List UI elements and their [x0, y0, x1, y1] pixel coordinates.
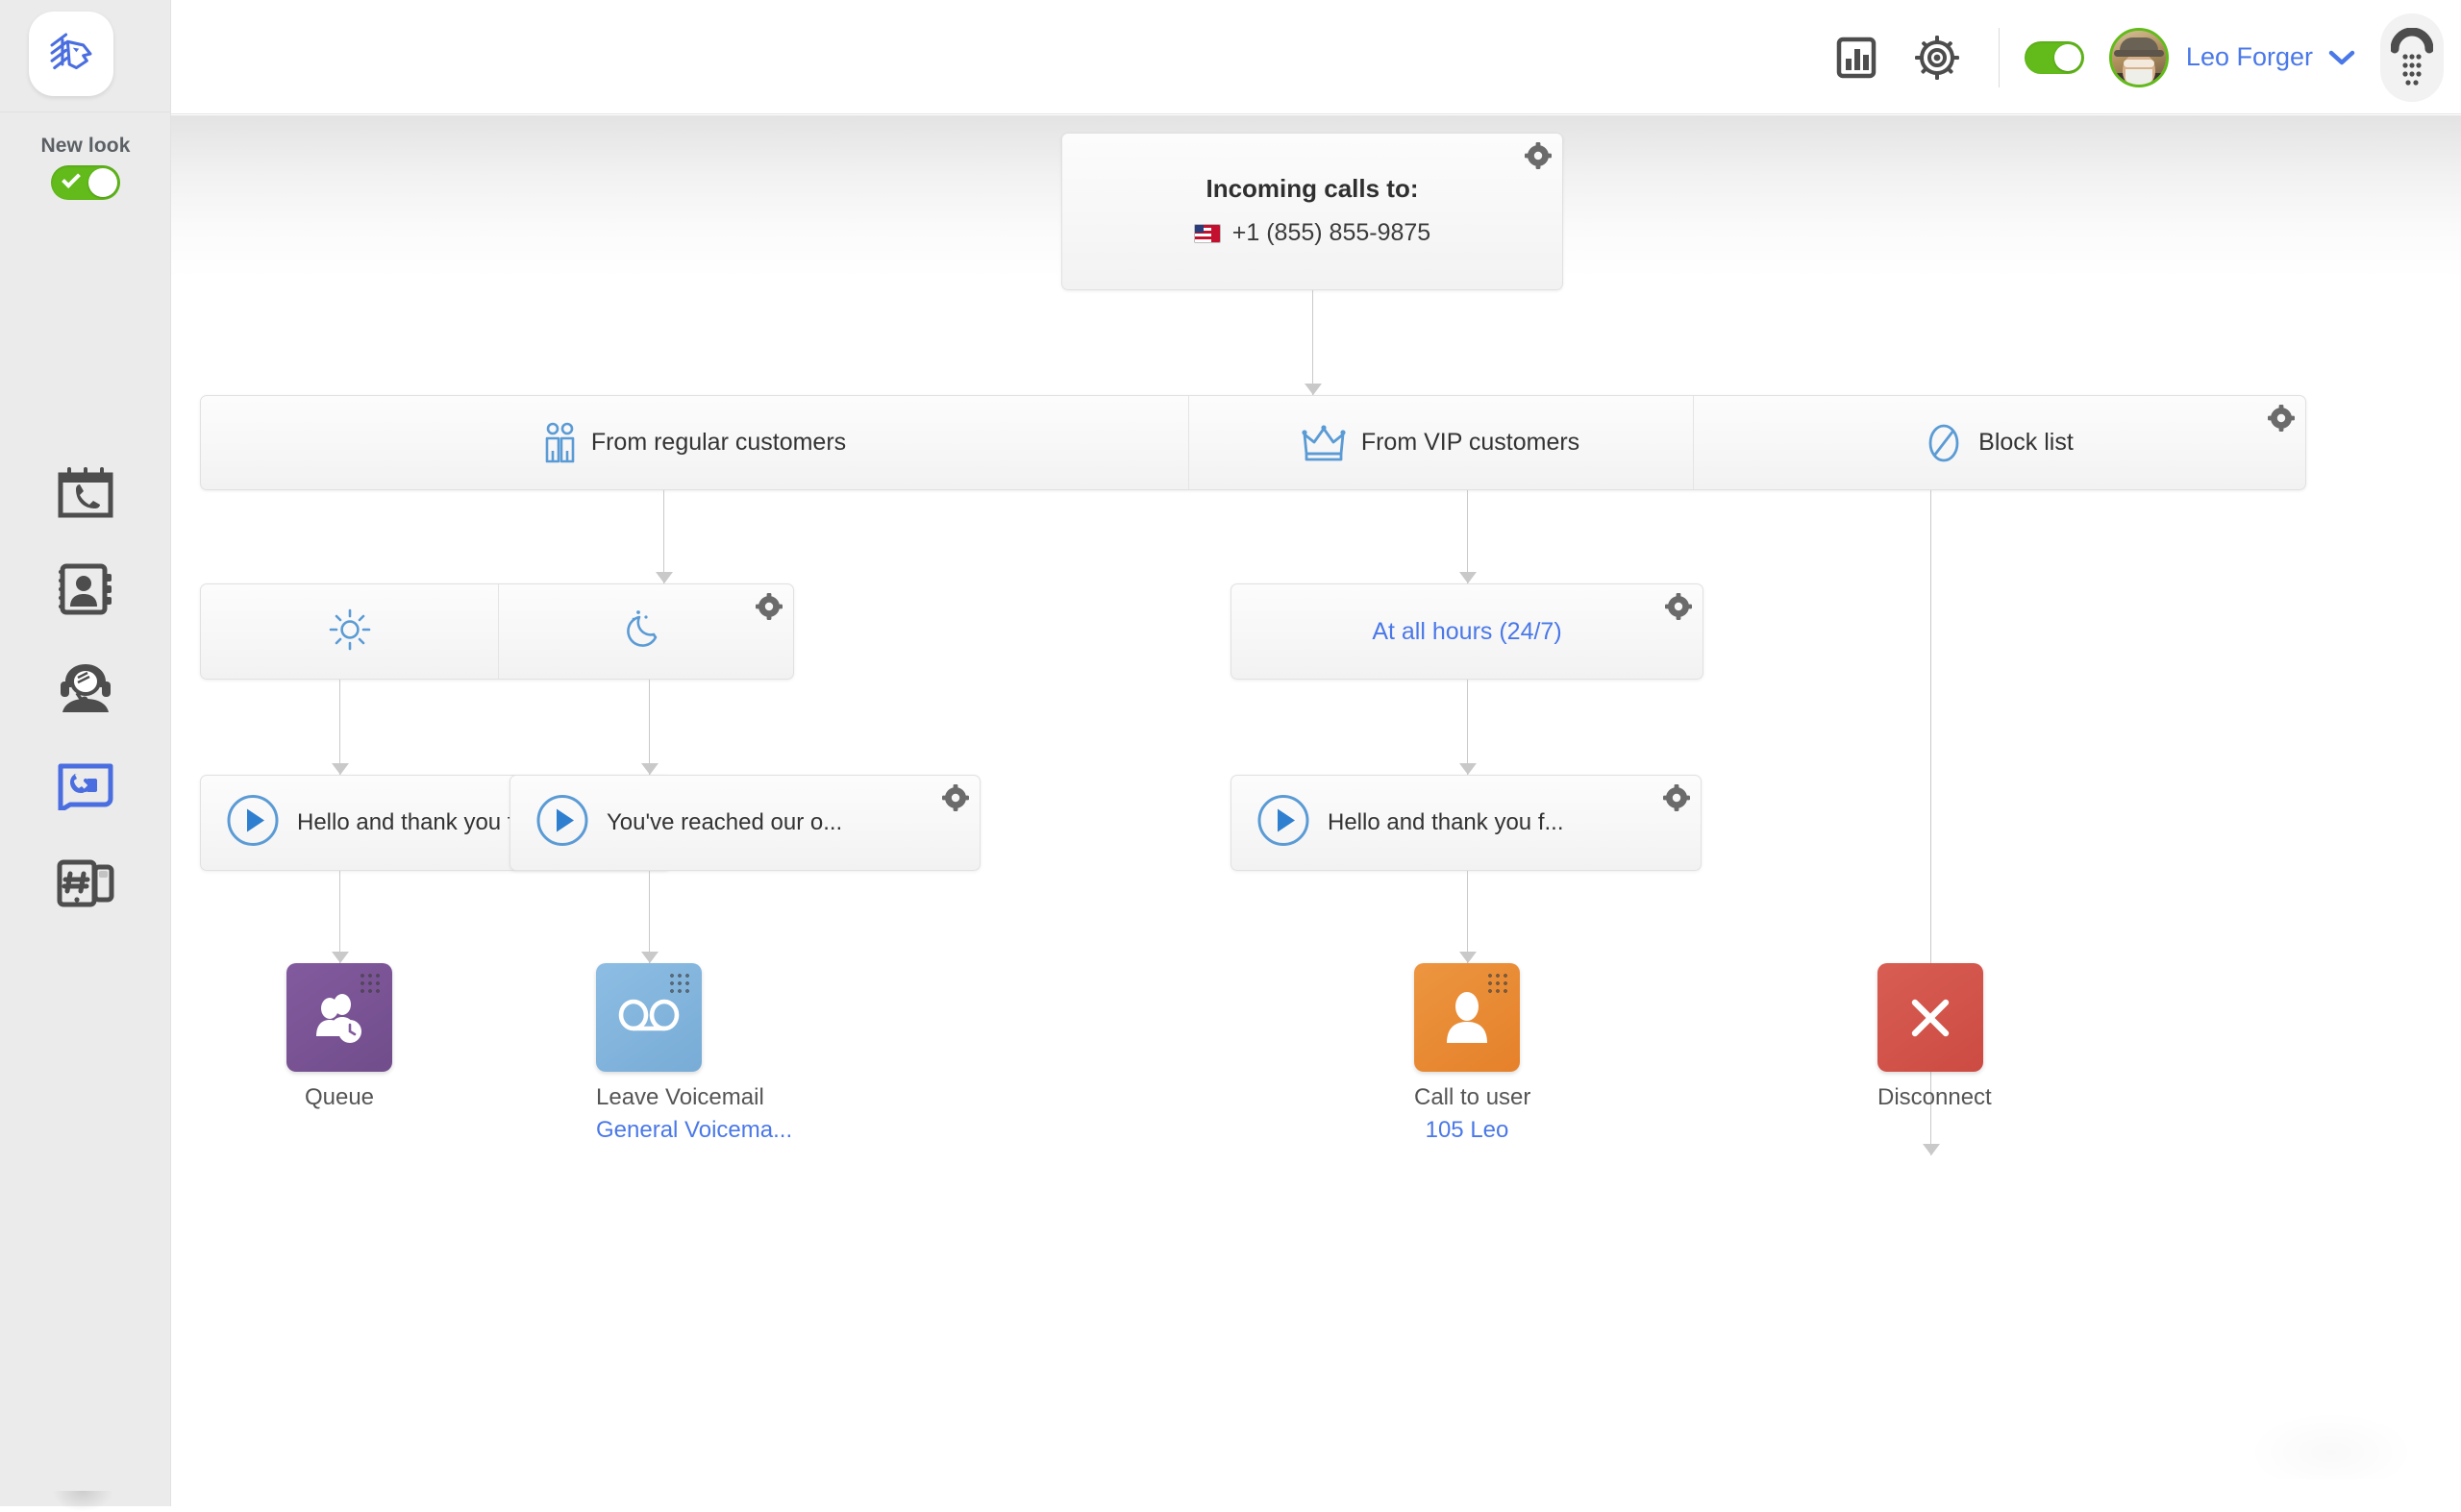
voicemail-label: Leave Voicemail: [596, 1084, 702, 1111]
disconnect-label: Disconnect: [1877, 1084, 1983, 1111]
schedule-after-hours[interactable]: [498, 584, 793, 679]
voicemail-icon: [617, 996, 681, 1040]
sidebar-item-agents[interactable]: [0, 640, 171, 734]
play-icon[interactable]: [1256, 794, 1310, 853]
play-icon[interactable]: [226, 794, 280, 853]
action-disconnect[interactable]: Disconnect: [1877, 963, 1983, 1111]
address-book-icon: [57, 562, 114, 616]
analytics-button[interactable]: [1816, 17, 1897, 98]
user-silhouette-icon: [1441, 989, 1493, 1047]
user-menu-button[interactable]: [2328, 49, 2355, 66]
avatar[interactable]: [2109, 28, 2169, 87]
schedule-business-hours[interactable]: [201, 584, 498, 679]
call-flow-icon: [57, 760, 114, 810]
sidebar-item-contacts[interactable]: [0, 542, 171, 636]
greeting-node-vip[interactable]: Hello and thank you f...: [1230, 775, 1702, 871]
header-actions: Leo Forger: [1816, 0, 2444, 114]
new-look-label: New look: [0, 135, 171, 158]
chevron-down-icon: [2328, 49, 2355, 66]
sidebar-item-call-flows[interactable]: [0, 738, 171, 832]
greeting-day-text: Hello and thank you f...: [297, 809, 533, 836]
action-leave-voicemail[interactable]: Leave Voicemail General Voicema...: [596, 963, 702, 1144]
all-hours-label[interactable]: At all hours (24/7): [1372, 618, 1561, 646]
drag-handle[interactable]: [668, 972, 693, 997]
availability-toggle[interactable]: [2025, 41, 2084, 74]
queue-tile[interactable]: [286, 963, 392, 1072]
root-gear-icon[interactable]: [1525, 142, 1552, 169]
top-header: Leo Forger: [171, 0, 2461, 114]
queue-label: Queue: [286, 1084, 392, 1111]
new-look-control: New look: [0, 135, 171, 200]
us-ca-flag-icon: [1194, 224, 1221, 243]
filter-regular-customers[interactable]: From regular customers: [201, 396, 1188, 489]
drag-handle[interactable]: [1486, 972, 1511, 997]
filter-vip-label: From VIP customers: [1361, 429, 1579, 457]
calendar-phone-icon: [57, 463, 114, 519]
new-look-toggle[interactable]: [51, 165, 120, 200]
toggle-knob: [2054, 44, 2081, 71]
brand-logo[interactable]: [29, 12, 113, 96]
call-flow-canvas: Incoming calls to: +1 (855) 855-9875: [171, 115, 2461, 1506]
sidebar-item-call-history[interactable]: [0, 444, 171, 538]
bar-chart-icon: [1834, 36, 1878, 80]
greeting-night-text: You've reached our o...: [607, 809, 842, 836]
user-name[interactable]: Leo Forger: [2186, 42, 2313, 72]
drag-handle[interactable]: [359, 972, 384, 997]
canvas-bottom-artifact: [2250, 1412, 2413, 1479]
root-number-row: +1 (855) 855-9875: [1062, 219, 1562, 247]
gear-wheel-icon: [1913, 34, 1961, 82]
play-icon[interactable]: [535, 794, 589, 853]
greeting-vip-gear-icon[interactable]: [1663, 784, 1690, 811]
settings-button[interactable]: [1897, 17, 1977, 98]
schedule-day-night-node: [200, 583, 794, 680]
greeting-vip-text: Hello and thank you f...: [1328, 809, 1563, 836]
action-call-to-user[interactable]: Call to user 105 Leo: [1414, 963, 1520, 1144]
root-title: Incoming calls to:: [1062, 174, 1562, 204]
greeting-node-night[interactable]: You've reached our o...: [510, 775, 981, 871]
sidebar-item-numbers[interactable]: [0, 836, 171, 930]
check-icon: [62, 169, 81, 188]
close-x-icon: [1902, 990, 1958, 1046]
caller-filters-row: From regular customers From VIP customer…: [200, 395, 2306, 490]
dialpad-button[interactable]: [2380, 13, 2444, 102]
greeting-night-gear-icon[interactable]: [942, 784, 969, 811]
action-queue[interactable]: Queue: [286, 963, 392, 1111]
sidebar-bottom-shadow: [52, 1491, 113, 1512]
toggle-knob: [88, 168, 117, 197]
sun-icon: [329, 608, 371, 656]
schedule-all-hours-node[interactable]: At all hours (24/7): [1230, 583, 1703, 680]
call-user-sub-link[interactable]: 105 Leo: [1414, 1117, 1520, 1144]
dialpad-handset-icon: [2391, 28, 2433, 87]
filter-block-label: Block list: [1978, 429, 2074, 457]
left-sidebar: New look: [0, 0, 171, 1506]
disconnect-tile[interactable]: [1877, 963, 1983, 1072]
two-people-icon: [543, 422, 576, 464]
filter-regular-label: From regular customers: [591, 429, 846, 457]
hash-device-icon: [57, 858, 114, 908]
header-divider: [1999, 28, 2000, 87]
voicemail-tile[interactable]: [596, 963, 702, 1072]
incoming-calls-node[interactable]: Incoming calls to: +1 (855) 855-9875: [1061, 133, 1563, 290]
filter-vip-customers[interactable]: From VIP customers: [1188, 396, 1693, 489]
voicemail-sub-link[interactable]: General Voicema...: [596, 1117, 702, 1144]
call-user-tile[interactable]: [1414, 963, 1520, 1072]
root-number: +1 (855) 855-9875: [1232, 219, 1430, 247]
headset-agent-icon: [57, 660, 114, 714]
moon-icon: [625, 607, 667, 657]
filter-block-list[interactable]: Block list: [1693, 396, 2305, 489]
no-entry-icon: [1925, 422, 1963, 464]
call-user-label: Call to user: [1414, 1084, 1520, 1111]
crown-icon: [1302, 424, 1346, 462]
lion-logo-icon: [43, 26, 99, 82]
